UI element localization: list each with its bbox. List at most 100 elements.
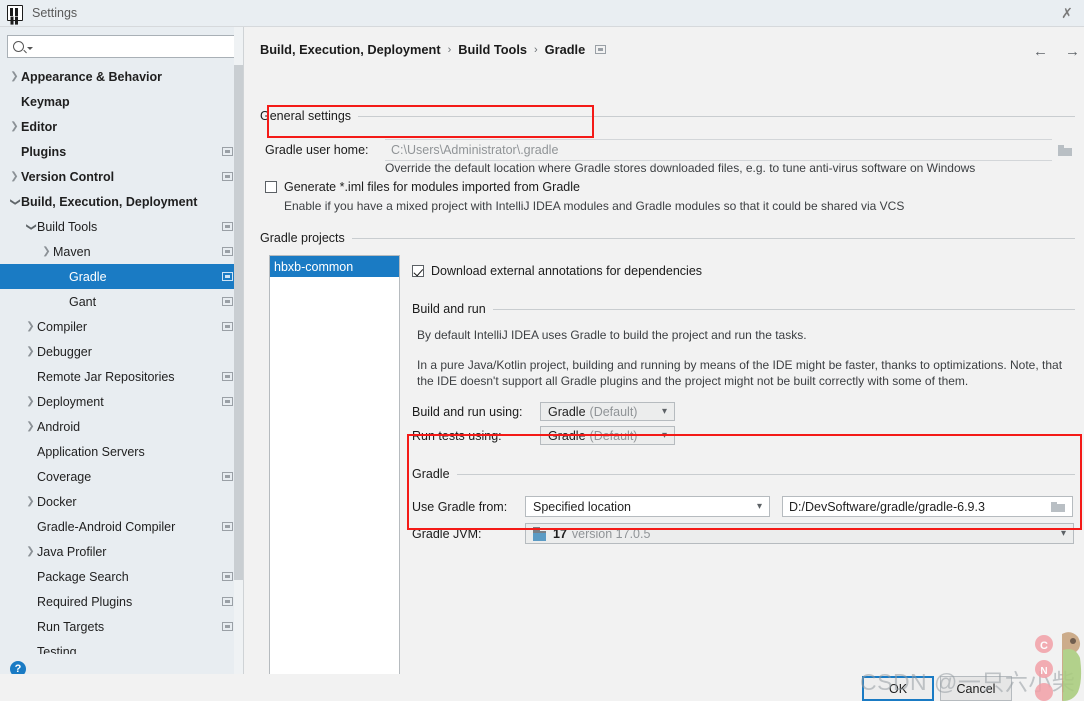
sidebar-item-label: Build Tools <box>37 219 98 234</box>
cancel-button[interactable]: Cancel <box>940 676 1012 701</box>
gradle-projects-list[interactable]: hbxb-common <box>269 255 400 675</box>
sidebar-item-remote-jar-repositories[interactable]: Remote Jar Repositories <box>0 364 243 389</box>
arrow-left-icon[interactable]: ← <box>1033 43 1048 60</box>
download-annotations-checkbox[interactable] <box>412 265 424 277</box>
breadcrumb-item-build-execution-deployment[interactable]: Build, Execution, Deployment <box>260 42 441 57</box>
gradle-project-item[interactable]: hbxb-common <box>270 256 399 277</box>
chevron-right-icon[interactable]: ❯ <box>24 321 37 332</box>
chevron-right-icon[interactable]: ❯ <box>8 171 21 182</box>
sidebar-item-label: Build, Execution, Deployment <box>21 194 198 209</box>
download-annotations-label: Download external annotations for depend… <box>431 264 703 278</box>
settings-sidebar: ❯ Appearance & Behavior Keymap ❯ Editor Plugi… <box>0 27 244 674</box>
sidebar-item-label: Plugins <box>21 144 67 159</box>
project-scope-badge-icon <box>222 297 233 306</box>
build-and-run-using-label: Build and run using: <box>412 404 523 419</box>
gradle-user-home-hint: Override the default location where Grad… <box>385 161 976 175</box>
sidebar-item-java-profiler[interactable]: ❯ Java Profiler <box>0 539 243 564</box>
sidebar-item-editor[interactable]: ❯ Editor <box>0 114 243 139</box>
chevron-right-icon[interactable]: ❯ <box>8 121 21 132</box>
search-box[interactable] <box>7 35 235 58</box>
build-and-run-using-select[interactable]: Gradle (Default) ▾ <box>540 402 675 421</box>
sidebar-item-label: Gant <box>69 294 97 309</box>
gradle-user-home-row: Gradle user home: C:\Users\Administrator… <box>265 139 1075 161</box>
download-annotations-row[interactable]: Download external annotations for depend… <box>412 264 702 278</box>
project-scope-badge-icon <box>222 622 233 631</box>
generate-iml-hint: Enable if you have a mixed project with … <box>284 199 905 213</box>
sidebar-item-appearance-behavior[interactable]: ❯ Appearance & Behavior <box>0 64 243 89</box>
chevron-right-icon[interactable]: ❯ <box>24 421 37 432</box>
ok-button[interactable]: OK <box>862 676 934 701</box>
breadcrumb-item-build-tools[interactable]: Build Tools <box>458 42 527 57</box>
settings-dialog: Settings ✗ ❯ Appearance & Behavior Keymap ❯… <box>0 0 1084 701</box>
sidebar-item-label: Remote Jar Repositories <box>37 369 175 384</box>
project-scope-badge-icon <box>222 597 233 606</box>
sidebar-item-label: Coverage <box>37 469 92 484</box>
folder-browse-icon[interactable] <box>1058 144 1073 156</box>
generate-iml-checkbox[interactable] <box>265 181 277 193</box>
sidebar-item-testing[interactable]: Testing <box>0 639 243 655</box>
close-icon[interactable]: ✗ <box>1056 3 1078 23</box>
chevron-right-icon[interactable]: ❯ <box>24 496 37 507</box>
sidebar-item-label: Package Search <box>37 569 129 584</box>
project-scope-badge-icon <box>222 272 233 281</box>
sidebar-item-compiler[interactable]: ❯ Compiler <box>0 314 243 339</box>
project-scope-badge-icon <box>222 522 233 531</box>
build-and-run-title: Build and run <box>412 302 486 316</box>
settings-tree: ❯ Appearance & Behavior Keymap ❯ Editor Plugi… <box>0 64 243 654</box>
sidebar-item-keymap[interactable]: Keymap <box>0 89 243 114</box>
sidebar-item-label: Docker <box>37 494 77 509</box>
sidebar-scrollbar-track[interactable] <box>234 27 243 674</box>
sidebar-item-coverage[interactable]: Coverage <box>0 464 243 489</box>
generate-iml-label: Generate *.iml files for modules importe… <box>284 180 580 194</box>
chevron-down-icon[interactable]: ❯ <box>10 195 21 208</box>
sidebar-item-label: Gradle-Android Compiler <box>37 519 176 534</box>
sidebar-item-gant[interactable]: Gant <box>0 289 243 314</box>
sidebar-item-label: Deployment <box>37 394 104 409</box>
sidebar-item-deployment[interactable]: ❯ Deployment <box>0 389 243 414</box>
sidebar-item-docker[interactable]: ❯ Docker <box>0 489 243 514</box>
gradle-user-home-input[interactable]: C:\Users\Administrator\.gradle <box>385 139 1052 161</box>
group-divider <box>492 308 1075 310</box>
sidebar-item-label: Run Targets <box>37 619 105 634</box>
sidebar-item-gradle-android-compiler[interactable]: Gradle-Android Compiler <box>0 514 243 539</box>
sidebar-item-label: Required Plugins <box>37 594 133 609</box>
window-title: Settings <box>32 6 78 20</box>
arrow-right-icon[interactable]: → <box>1065 43 1080 60</box>
build-and-run-using-suffix: (Default) <box>589 404 638 419</box>
breadcrumb-separator-icon: › <box>447 43 452 56</box>
chevron-right-icon[interactable]: ❯ <box>24 546 37 557</box>
sidebar-item-build-execution-deployment[interactable]: ❯ Build, Execution, Deployment <box>0 189 243 214</box>
title-bar: Settings ✗ <box>0 0 1084 27</box>
sidebar-item-run-targets[interactable]: Run Targets <box>0 614 243 639</box>
sidebar-item-version-control[interactable]: ❯ Version Control <box>0 164 243 189</box>
breadcrumb-separator-icon: › <box>534 43 538 56</box>
search-input[interactable] <box>33 38 229 55</box>
sidebar-item-application-servers[interactable]: Application Servers <box>0 439 243 464</box>
generate-iml-row[interactable]: Generate *.iml files for modules importe… <box>265 180 580 194</box>
sidebar-item-required-plugins[interactable]: Required Plugins <box>0 589 243 614</box>
sidebar-item-label: Version Control <box>21 169 115 184</box>
sidebar-item-plugins[interactable]: Plugins <box>0 139 243 164</box>
chevron-right-icon[interactable]: ❯ <box>40 246 53 257</box>
chevron-down-icon[interactable]: ❯ <box>26 220 37 233</box>
gradle-projects-group-header: Gradle projects <box>260 231 1075 245</box>
sidebar-item-maven[interactable]: ❯ Maven <box>0 239 243 264</box>
sidebar-item-build-tools[interactable]: ❯ Build Tools <box>0 214 243 239</box>
highlight-box-gradle-section <box>407 434 1082 530</box>
project-scope-badge-icon <box>222 247 233 256</box>
project-scope-badge-icon <box>222 172 233 181</box>
sidebar-scrollbar-thumb[interactable] <box>234 65 243 580</box>
chevron-right-icon[interactable]: ❯ <box>24 346 37 357</box>
sidebar-item-android[interactable]: ❯ Android <box>0 414 243 439</box>
highlight-box-gradle-user-home <box>267 105 594 138</box>
chevron-right-icon[interactable]: ❯ <box>8 71 21 82</box>
build-and-run-paragraph-2: In a pure Java/Kotlin project, building … <box>417 358 1063 388</box>
breadcrumb-item-gradle[interactable]: Gradle <box>545 42 586 57</box>
sidebar-item-package-search[interactable]: Package Search <box>0 564 243 589</box>
sidebar-item-gradle[interactable]: Gradle <box>0 264 243 289</box>
gradle-user-home-placeholder-text: C:\Users\Administrator\.gradle <box>391 143 559 157</box>
dialog-button-bar: OK Cancel <box>0 674 1084 701</box>
project-scope-badge-icon <box>222 372 233 381</box>
chevron-right-icon[interactable]: ❯ <box>24 396 37 407</box>
sidebar-item-debugger[interactable]: ❯ Debugger <box>0 339 243 364</box>
